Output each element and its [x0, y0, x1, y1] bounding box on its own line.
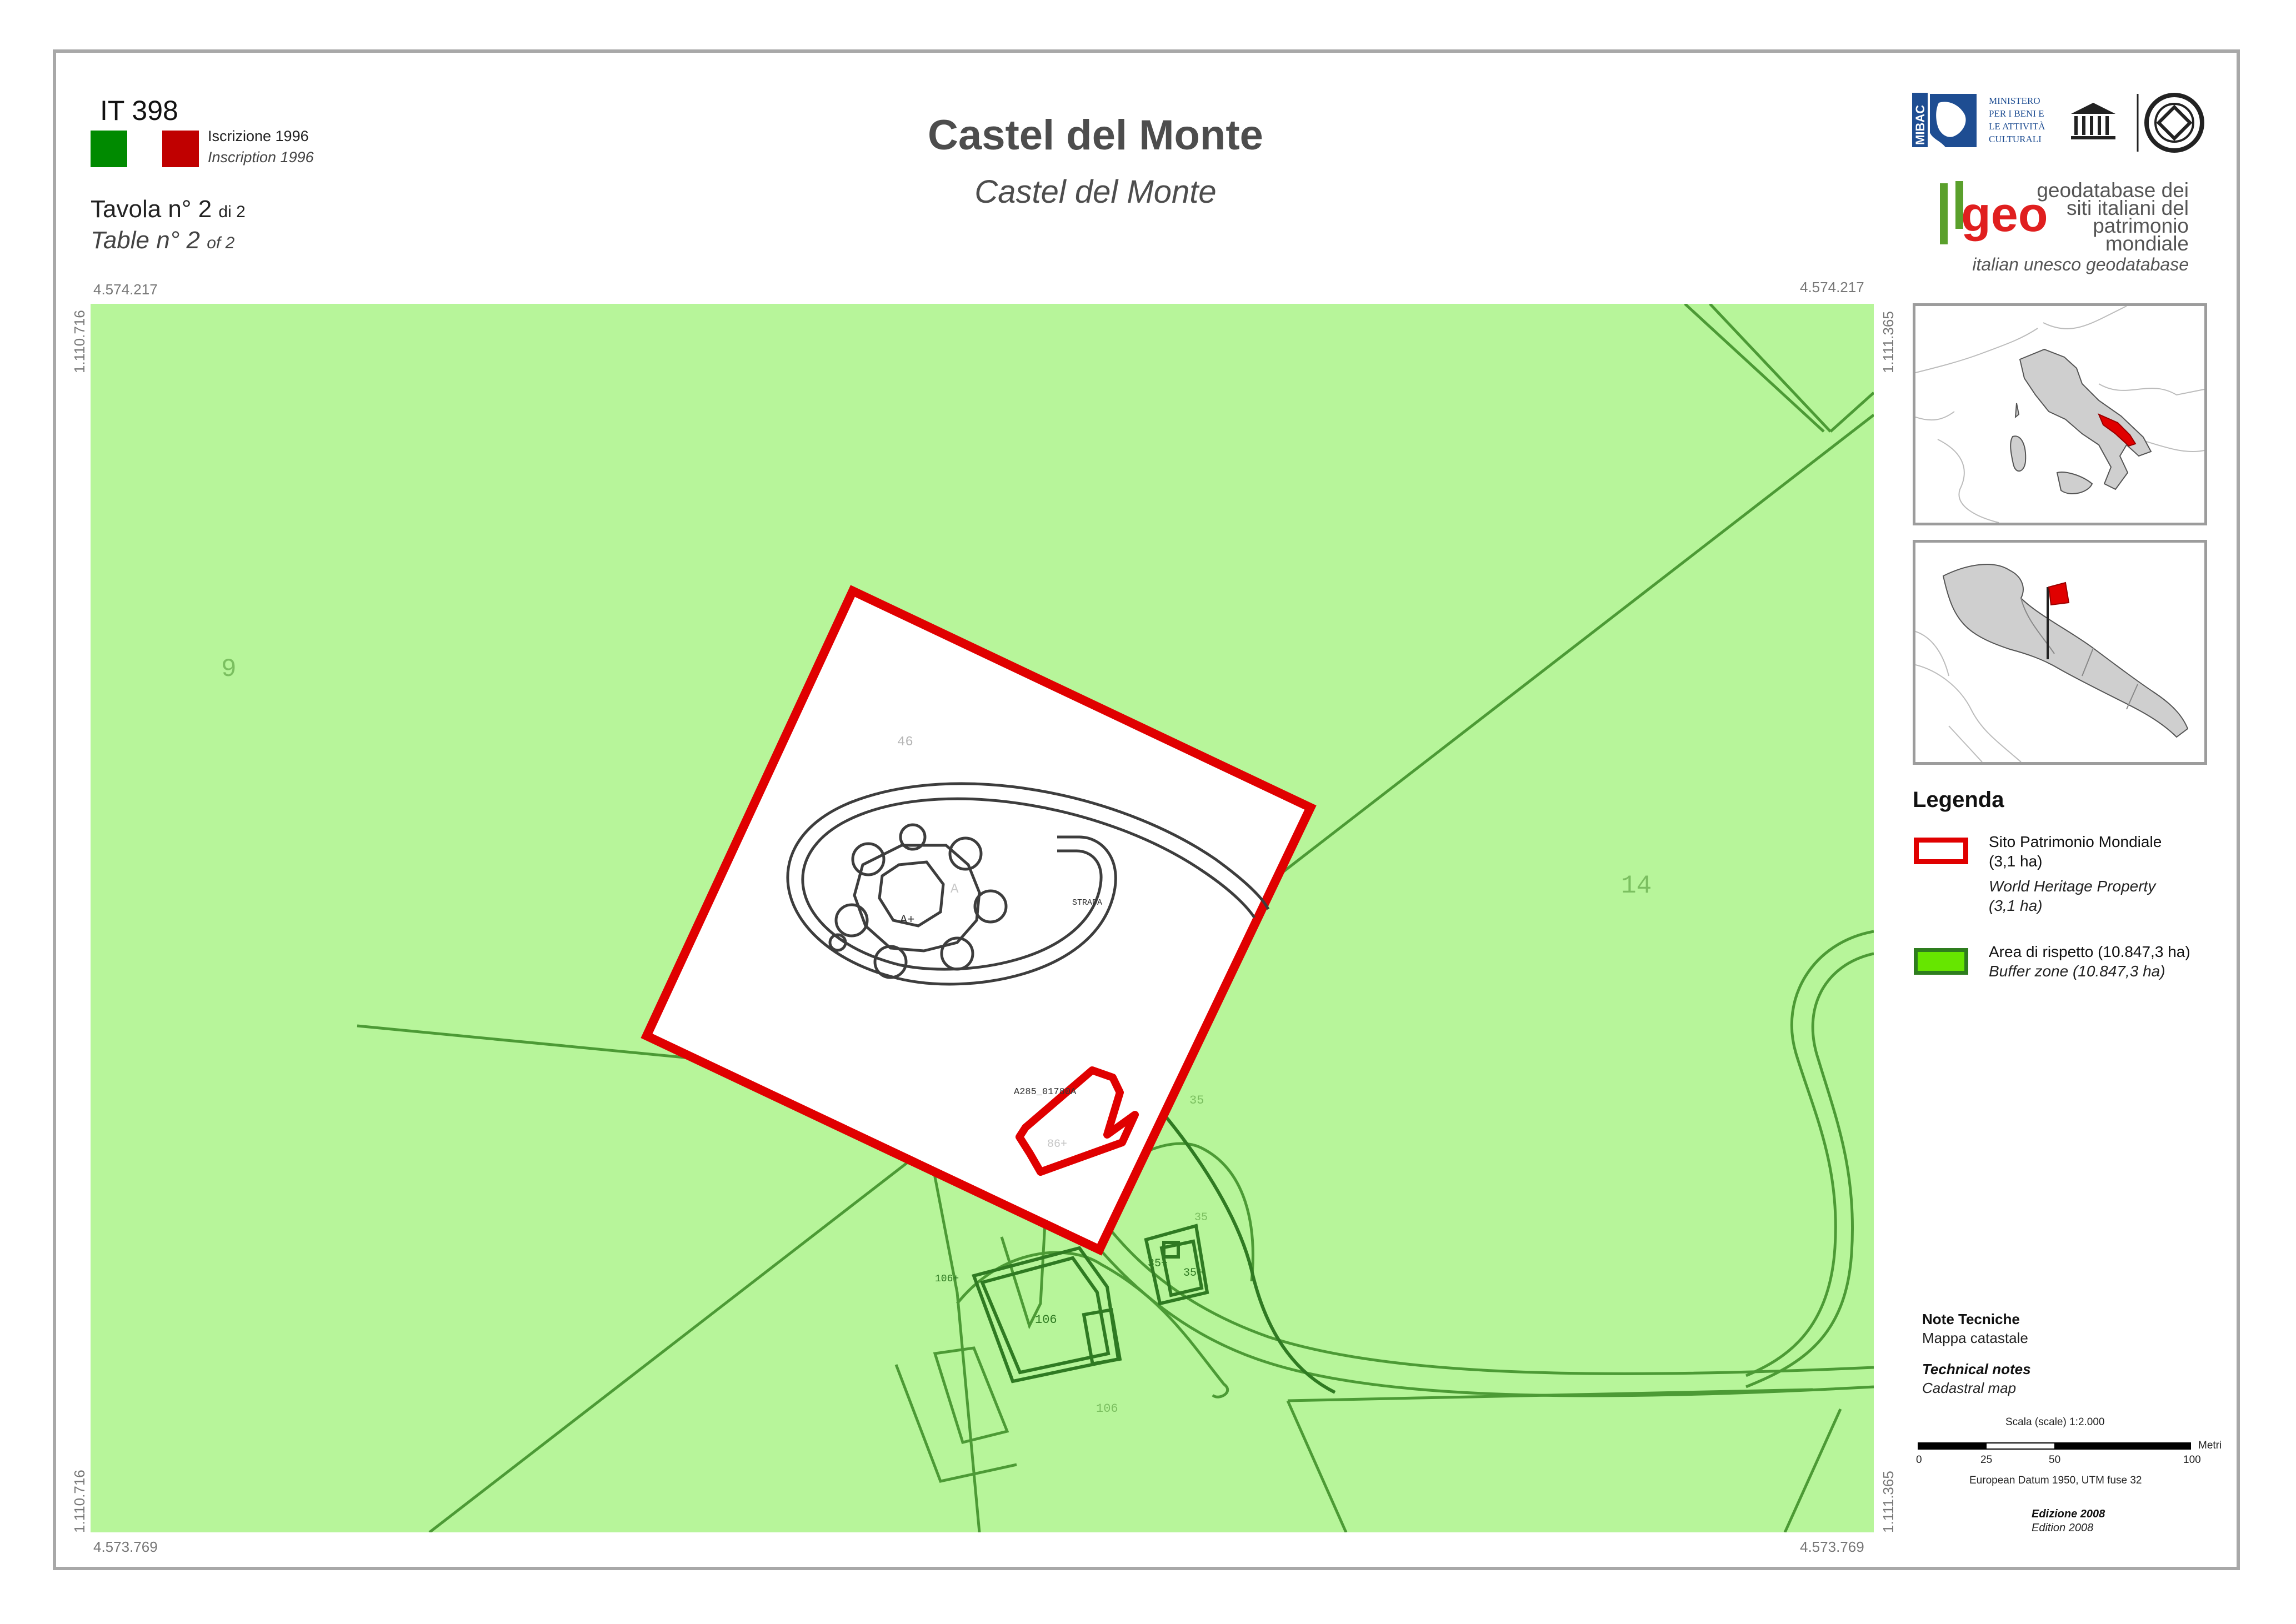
coord-top-left: 4.574.217	[93, 281, 158, 298]
parcel-label-14: 14	[1621, 871, 1652, 900]
parcel-label-35-c: 35	[1194, 1211, 1208, 1224]
parcel-label-9: 9	[221, 655, 237, 684]
site-code: IT 398	[100, 95, 178, 126]
coord-bottom-left: 4.573.769	[93, 1538, 158, 1555]
geo-logo-icon: geo	[1940, 181, 2048, 244]
coord-right-top: 1.111.365	[1880, 311, 1897, 373]
notes-text-en: Cadastral map	[1922, 1380, 2017, 1396]
coord-bottom-right: 4.573.769	[1800, 1538, 1864, 1555]
geo-brand-text: geo	[1961, 187, 2048, 242]
world-heritage-emblem-icon	[2144, 93, 2204, 153]
scale-datum: European Datum 1950, UTM fuse 32	[1969, 1475, 2142, 1486]
legend-area-heritage-en: (3,1 ha)	[1989, 897, 2043, 914]
edition-en: Edition 2008	[2032, 1522, 2094, 1534]
notes-heading-it: Note Tecniche	[1922, 1311, 2020, 1327]
notes-text-it: Mappa catastale	[1922, 1330, 2028, 1346]
scale-unit: Metri	[2198, 1440, 2222, 1451]
coord-left-bottom: 1.110.716	[71, 1470, 88, 1533]
legend-area-heritage-it: (3,1 ha)	[1989, 853, 2043, 870]
logos-block: MIBAC MINISTERO PER I BENI E LE ATTIVITÀ…	[1912, 93, 2204, 274]
coord-left-top: 1.110.716	[71, 310, 88, 373]
legend-label-heritage-it: Sito Patrimonio Mondiale	[1989, 833, 2162, 850]
road-label-strada: STRADA	[1072, 898, 1102, 908]
geo-line-4: mondiale	[2105, 232, 2189, 255]
inset-map-apulia	[1913, 540, 2207, 765]
unesco-temple-icon	[2071, 103, 2115, 139]
coord-top-right: 4.574.217	[1800, 279, 1864, 295]
scale-tick-0: 0	[1916, 1454, 1922, 1466]
italy-flag-red-swatch	[162, 131, 199, 167]
parcel-label-a-plus: A+	[900, 913, 914, 927]
sheet-number-it: Tavola n° 2 di 2	[91, 196, 246, 223]
legend-label-buffer-en: Buffer zone (10.847,3 ha)	[1989, 963, 2165, 980]
parcel-label-86: 86+	[1047, 1138, 1067, 1151]
legend-label-buffer-it: Area di rispetto (10.847,3 ha)	[1989, 943, 2190, 960]
italy-mainland-icon	[2019, 348, 2152, 490]
corsica-icon	[2014, 403, 2020, 419]
legend-title: Legenda	[1913, 788, 2004, 812]
parcel-label-106: 106	[1096, 1402, 1118, 1416]
legend-label-heritage-en: World Heritage Property	[1989, 878, 2156, 895]
mibac-logo-icon: MIBAC	[1912, 93, 1977, 147]
italy-locator-map	[1915, 306, 2204, 523]
scale-title: Scala (scale) 1:2.000	[2005, 1416, 2105, 1428]
ministero-line-1: MINISTERO	[1989, 96, 2040, 106]
legend-swatch-heritage-property	[1914, 838, 1968, 864]
mibac-vertical-text: MIBAC	[1913, 105, 1927, 145]
sicily-icon	[2056, 472, 2093, 494]
cadastral-map[interactable]: 9 46 14 A A+ STRADA A285_01780A 35 35+ 3…	[91, 304, 1874, 1532]
inset-map-italy	[1913, 303, 2207, 525]
coord-right-bottom: 1.111.365	[1880, 1471, 1897, 1533]
scale-tick-50: 50	[2049, 1454, 2061, 1466]
parcel-label-35-plus: 35+	[1148, 1257, 1168, 1270]
legend-swatch-buffer-zone	[1914, 948, 1968, 975]
parcel-label-106-plus: 106	[1035, 1313, 1057, 1327]
road-code-label: A285_01780A	[1014, 1087, 1077, 1097]
scale-tick-25: 25	[1980, 1454, 1993, 1466]
scale-bar	[1918, 1442, 2191, 1450]
scale-tick-100: 100	[2183, 1454, 2201, 1466]
parcel-label-a: A	[951, 882, 959, 897]
geo-tagline: italian unesco geodatabase	[1972, 254, 2189, 274]
ministero-line-3: LE ATTIVITÀ	[1989, 121, 2045, 132]
parcel-label-106-plus-a: 106+	[935, 1274, 959, 1285]
ministero-line-2: PER I BENI E	[1989, 108, 2044, 119]
edition-it: Edizione 2008	[2032, 1508, 2105, 1520]
map-title: Castel del Monte	[928, 112, 1263, 159]
notes-heading-en: Technical notes	[1922, 1361, 2031, 1377]
inscription-year-en: Inscription 1996	[208, 149, 314, 166]
parcel-label-35-plus-b: 35+	[1183, 1267, 1203, 1280]
map-subtitle: Castel del Monte	[974, 174, 1217, 210]
sheet-number-en: Table n° 2 of 2	[91, 227, 235, 254]
apulia-locator-map	[1915, 564, 2189, 762]
parcel-label-35: 35	[1189, 1094, 1204, 1107]
parcel-label-46: 46	[897, 735, 913, 750]
ministero-line-4: CULTURALI	[1989, 134, 2042, 144]
italy-flag-green-swatch	[91, 131, 127, 167]
inscription-year-it: Iscrizione 1996	[208, 128, 309, 144]
sardinia-icon	[2010, 435, 2027, 472]
